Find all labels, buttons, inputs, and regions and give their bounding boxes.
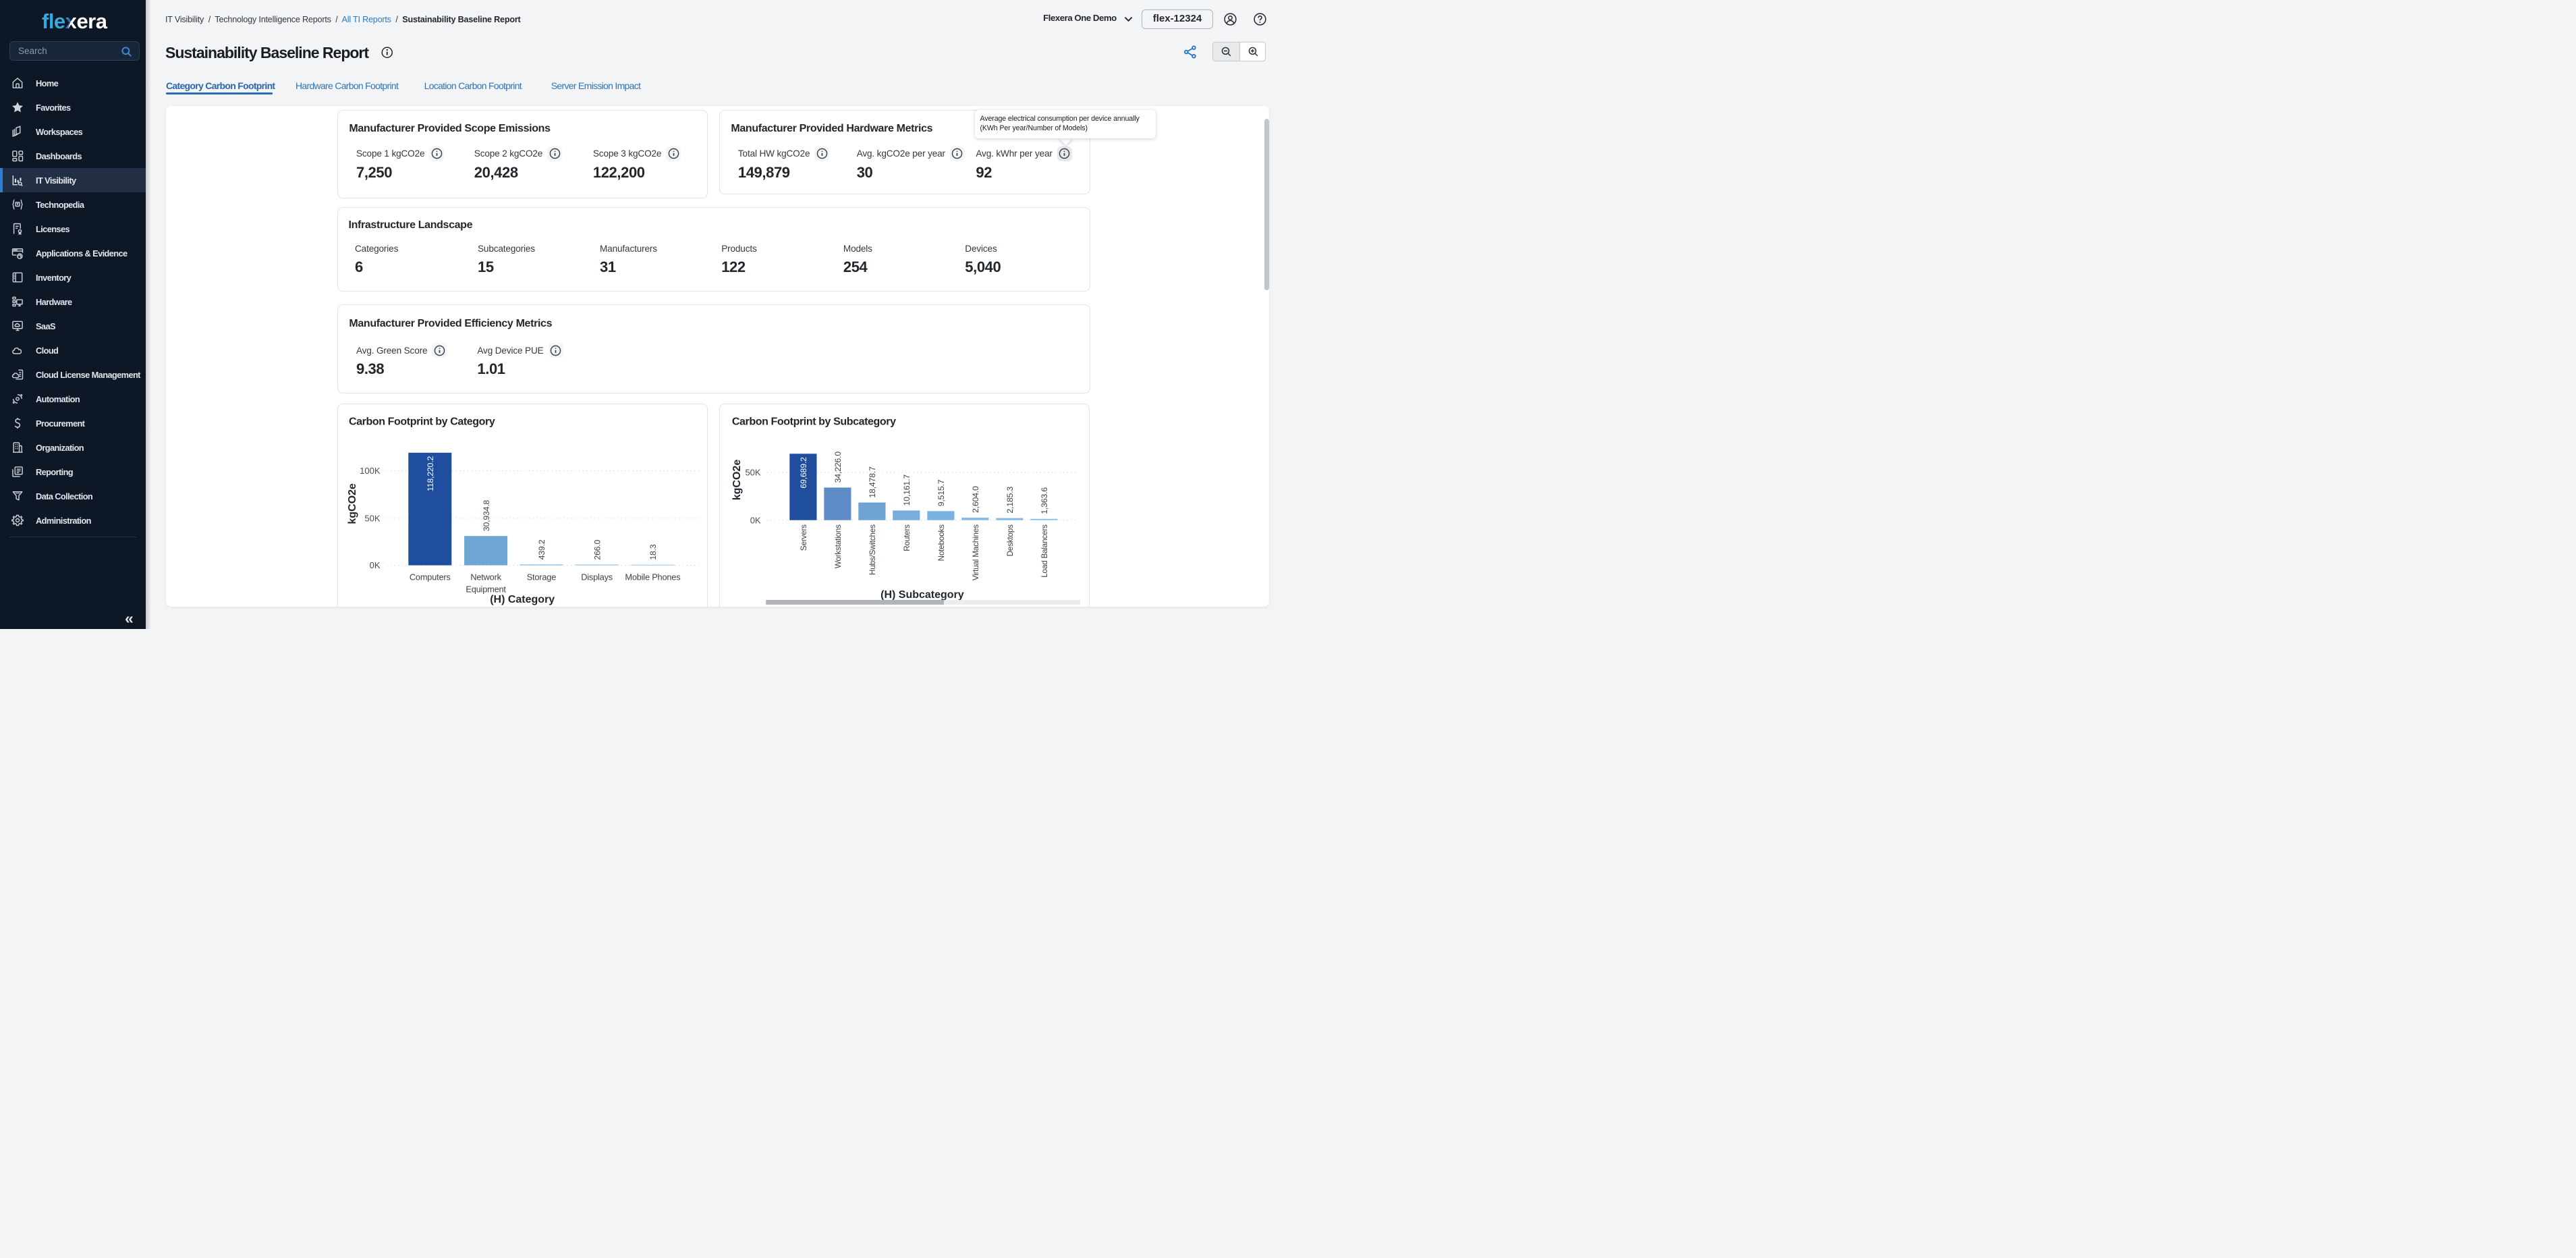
svg-text:Network: Network xyxy=(471,572,502,582)
svg-text:Hubs/Switches: Hubs/Switches xyxy=(868,524,877,575)
svg-text:Virtual Machines: Virtual Machines xyxy=(971,524,980,580)
svg-text:Servers: Servers xyxy=(799,524,808,551)
svg-text:Displays: Displays xyxy=(582,572,613,582)
svg-text:(H) Category: (H) Category xyxy=(491,594,555,605)
svg-text:266.0: 266.0 xyxy=(593,539,603,559)
svg-text:50K: 50K xyxy=(745,467,760,477)
svg-text:100K: 100K xyxy=(360,466,381,476)
svg-text:0K: 0K xyxy=(370,560,381,570)
svg-text:0K: 0K xyxy=(750,515,760,525)
svg-text:439.2: 439.2 xyxy=(537,539,547,559)
svg-text:Carbon Footprint by Category: Carbon Footprint by Category xyxy=(349,416,495,427)
svg-text:10,161.7: 10,161.7 xyxy=(902,474,912,505)
svg-text:2,604.0: 2,604.0 xyxy=(971,486,980,513)
svg-text:69,689.2: 69,689.2 xyxy=(799,457,808,489)
svg-text:Desktops: Desktops xyxy=(1005,524,1015,557)
svg-text:34,226.0: 34,226.0 xyxy=(833,451,843,483)
svg-text:(H) Subcategory: (H) Subcategory xyxy=(880,589,964,600)
svg-text:kgCO2e: kgCO2e xyxy=(731,459,742,500)
svg-text:Mobile Phones: Mobile Phones xyxy=(625,572,681,582)
svg-text:Computers: Computers xyxy=(410,572,451,582)
svg-text:2,185.3: 2,185.3 xyxy=(1005,486,1015,513)
svg-text:30,934.8: 30,934.8 xyxy=(482,499,491,531)
svg-text:Workstations: Workstations xyxy=(833,524,843,568)
svg-text:Notebooks: Notebooks xyxy=(936,524,946,561)
svg-text:Carbon Footprint by Subcategor: Carbon Footprint by Subcategory xyxy=(731,416,895,427)
svg-text:kgCO2e: kgCO2e xyxy=(347,483,358,524)
svg-text:Routers: Routers xyxy=(902,524,912,551)
svg-text:18.3: 18.3 xyxy=(648,544,658,559)
svg-text:Equipment: Equipment xyxy=(466,584,507,594)
svg-text:Load Balancers: Load Balancers xyxy=(1040,524,1049,578)
svg-text:Storage: Storage xyxy=(527,572,557,582)
svg-text:1,363.6: 1,363.6 xyxy=(1040,487,1049,514)
svg-text:9,515.7: 9,515.7 xyxy=(936,479,946,506)
svg-text:50K: 50K xyxy=(365,513,381,523)
svg-text:18,478.7: 18,478.7 xyxy=(868,466,877,498)
svg-text:118,220.2: 118,220.2 xyxy=(426,456,435,491)
